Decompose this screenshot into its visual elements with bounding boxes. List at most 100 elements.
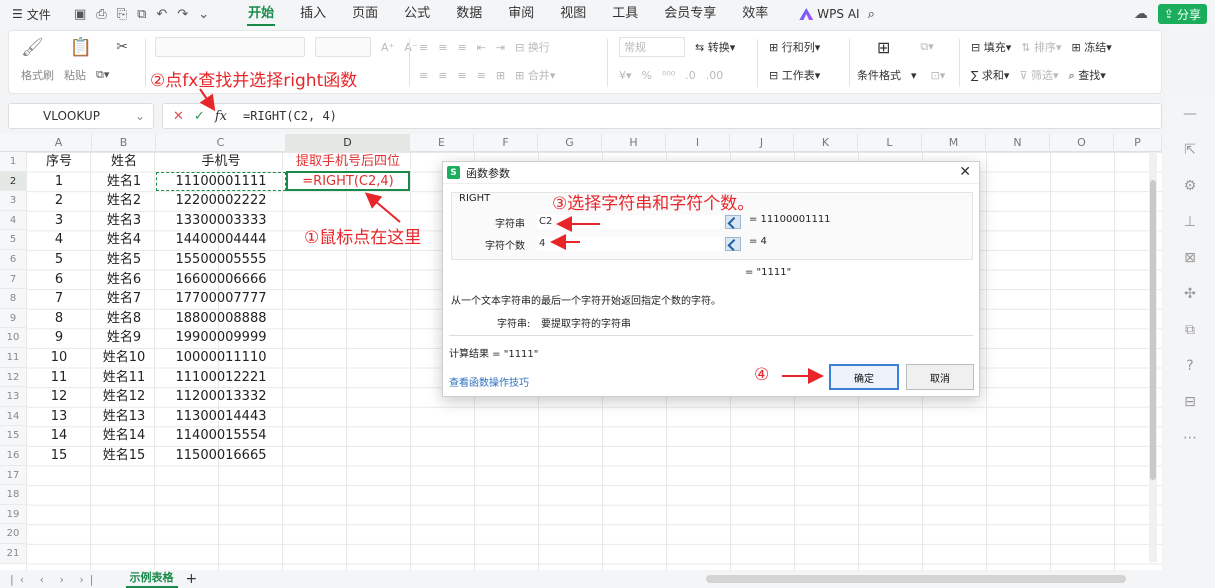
tab-formula[interactable]: 公式 xyxy=(391,0,443,28)
format-brush-label[interactable]: 格式刷 xyxy=(21,67,54,83)
row-header[interactable]: 1 xyxy=(0,152,26,172)
table-cell[interactable]: 19900009999 xyxy=(156,328,286,347)
cancel-icon[interactable]: ✕ xyxy=(173,109,184,124)
align-center-icon[interactable]: ≡ xyxy=(438,69,447,82)
tab-efficiency[interactable]: 效率 xyxy=(729,0,781,28)
tab-insert[interactable]: 插入 xyxy=(287,0,339,28)
percent-icon[interactable]: % xyxy=(642,69,652,82)
row-header[interactable]: 7 xyxy=(0,269,26,290)
row-header[interactable]: 11 xyxy=(0,348,26,368)
align-bottom-icon[interactable]: ≡ xyxy=(457,41,466,54)
table-cell[interactable]: 11500016665 xyxy=(156,446,286,465)
table-cell[interactable]: 11400015554 xyxy=(156,426,286,445)
cut-icon[interactable]: ✂ xyxy=(116,39,128,55)
convert-button[interactable]: ⇆ 转换▾ xyxy=(695,39,735,55)
vertical-scrollbar[interactable] xyxy=(1149,152,1157,562)
row-header[interactable]: 2 xyxy=(0,171,26,192)
redo-icon[interactable]: ↷ xyxy=(177,7,188,22)
table-cell[interactable]: 14400004444 xyxy=(156,230,286,249)
font-grow-icon[interactable]: A⁺ xyxy=(381,41,394,54)
table-cell[interactable]: 2 xyxy=(26,191,92,210)
table-cell[interactable]: 14 xyxy=(26,426,92,445)
range-select-icon[interactable] xyxy=(725,215,741,229)
table-cell[interactable]: 姓名5 xyxy=(92,250,156,269)
align-top-icon[interactable]: ≡ xyxy=(419,41,428,54)
increase-decimal-icon[interactable]: .0 xyxy=(685,69,696,82)
column-header-o[interactable]: O xyxy=(1050,134,1114,152)
number-format-select[interactable]: 常规 xyxy=(619,37,685,57)
export-icon[interactable]: ⎙ xyxy=(96,7,106,22)
ok-button[interactable]: 确定 xyxy=(829,364,899,390)
table-header-cell[interactable]: 手机号 xyxy=(156,152,286,171)
table-cell[interactable]: 姓名4 xyxy=(92,230,156,249)
conditional-format-icon[interactable]: ⊞ xyxy=(877,38,890,57)
preview-icon[interactable]: ⧉ xyxy=(137,7,146,22)
column-header-j[interactable]: J xyxy=(730,134,794,152)
document-icon[interactable]: ⊟ xyxy=(1184,394,1196,410)
row-header[interactable]: 8 xyxy=(0,289,26,309)
table-cell[interactable]: 姓名2 xyxy=(92,191,156,210)
more-icon[interactable]: ⋯ xyxy=(1183,430,1197,446)
pin-icon[interactable]: ⊥ xyxy=(1184,214,1196,230)
paste-label[interactable]: 粘贴 xyxy=(64,67,86,83)
row-header[interactable]: 19 xyxy=(0,504,26,525)
font-shrink-icon[interactable]: A⁻ xyxy=(404,41,417,54)
column-header-g[interactable]: G xyxy=(538,134,602,152)
column-header-n[interactable]: N xyxy=(986,134,1050,152)
column-header-h[interactable]: H xyxy=(602,134,666,152)
save-icon[interactable]: ▣ xyxy=(74,7,86,22)
table-cell[interactable]: 姓名13 xyxy=(92,407,156,426)
table-cell[interactable]: 3 xyxy=(26,211,92,230)
outdent-icon[interactable]: ⇥ xyxy=(496,41,505,54)
table-cell[interactable]: 10 xyxy=(26,348,92,367)
column-header-l[interactable]: L xyxy=(858,134,922,152)
align-left-icon[interactable]: ≡ xyxy=(419,69,428,82)
row-header[interactable]: 18 xyxy=(0,485,26,505)
formula-input[interactable]: =RIGHT(C2, 4) xyxy=(243,109,337,123)
table-cell[interactable]: 姓名10 xyxy=(92,348,156,367)
tab-review[interactable]: 审阅 xyxy=(495,0,547,28)
tab-data[interactable]: 数据 xyxy=(443,0,495,28)
sort-button[interactable]: ⇅ 排序▾ xyxy=(1021,39,1061,55)
table-cell[interactable]: 姓名6 xyxy=(92,270,156,289)
tools-icon[interactable]: ✣ xyxy=(1184,286,1196,302)
copy-icon[interactable]: ⧉▾ xyxy=(96,68,109,82)
table-cell[interactable]: 姓名12 xyxy=(92,387,156,406)
column-header-m[interactable]: M xyxy=(922,134,986,152)
chart-icon[interactable]: ⊠ xyxy=(1184,250,1196,266)
backup-icon[interactable]: ⧉ xyxy=(1185,322,1195,338)
chevron-down-icon[interactable]: ⌄ xyxy=(198,7,209,22)
table-cell[interactable]: 11300014443 xyxy=(156,407,286,426)
paste-icon[interactable]: 📋 xyxy=(70,37,92,58)
column-header-e[interactable]: E xyxy=(410,134,474,152)
sum-button[interactable]: ∑ 求和▾ xyxy=(971,67,1009,83)
fx-icon[interactable]: fx xyxy=(215,109,227,124)
cloud-icon[interactable]: ☁ xyxy=(1134,6,1148,22)
row-header[interactable]: 4 xyxy=(0,210,26,231)
table-cell[interactable]: 姓名8 xyxy=(92,309,156,328)
filter-button[interactable]: ⊽ 筛选▾ xyxy=(1019,67,1058,83)
table-cell[interactable]: 4 xyxy=(26,230,92,249)
row-header[interactable]: 13 xyxy=(0,387,26,407)
name-box[interactable]: VLOOKUP ⌄ xyxy=(8,103,154,129)
table-cell[interactable]: 8 xyxy=(26,309,92,328)
tab-tools[interactable]: 工具 xyxy=(599,0,651,28)
table-cell[interactable]: 15 xyxy=(26,446,92,465)
undo-icon[interactable]: ↶ xyxy=(156,7,167,22)
currency-icon[interactable]: ¥▾ xyxy=(619,69,632,82)
merge-button[interactable]: ⊞ 合并▾ xyxy=(515,67,555,83)
align-middle-icon[interactable]: ≡ xyxy=(438,41,447,54)
column-header-c[interactable]: C xyxy=(156,134,286,152)
column-header-d[interactable]: D xyxy=(286,134,410,152)
table-cell[interactable]: 姓名11 xyxy=(92,368,156,387)
tab-page[interactable]: 页面 xyxy=(339,0,391,28)
table-cell[interactable]: 姓名3 xyxy=(92,211,156,230)
table-cell[interactable]: 6 xyxy=(26,270,92,289)
thousands-icon[interactable]: ⁰⁰⁰ xyxy=(662,69,675,82)
table-cell[interactable]: 13 xyxy=(26,407,92,426)
table-cell[interactable]: 姓名1 xyxy=(92,172,156,191)
column-header-i[interactable]: I xyxy=(666,134,730,152)
table-cell[interactable]: 9 xyxy=(26,328,92,347)
table-header-cell[interactable]: 提取手机号后四位 xyxy=(286,152,410,171)
table-cell[interactable]: 5 xyxy=(26,250,92,269)
